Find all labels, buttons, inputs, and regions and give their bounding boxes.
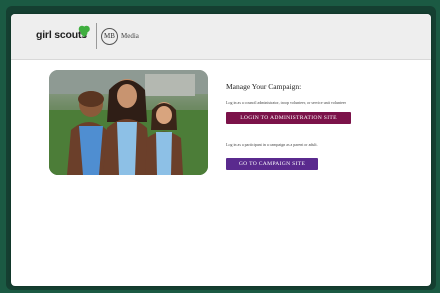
page-title: Manage Your Campaign: bbox=[226, 82, 302, 91]
brand-divider bbox=[96, 23, 97, 49]
mb-media-logo: MB bbox=[101, 28, 118, 45]
trefoil-icon bbox=[78, 25, 90, 37]
admin-description: Log in as a council administrator, troop… bbox=[226, 100, 346, 105]
hero-photo bbox=[49, 70, 208, 175]
partner-label: Media bbox=[121, 32, 139, 40]
participant-description: Log in as a participant in a campaign as… bbox=[226, 142, 318, 147]
login-administration-button[interactable]: LOGIN TO ADMINISTRATION SITE bbox=[226, 112, 351, 124]
browser-window: girl scouts MB Media Manage Your Campaig… bbox=[11, 14, 431, 286]
site-header: girl scouts MB Media bbox=[11, 14, 431, 60]
go-to-campaign-button[interactable]: GO TO CAMPAIGN SITE bbox=[226, 158, 318, 170]
hero-photo-illustration bbox=[49, 70, 208, 175]
